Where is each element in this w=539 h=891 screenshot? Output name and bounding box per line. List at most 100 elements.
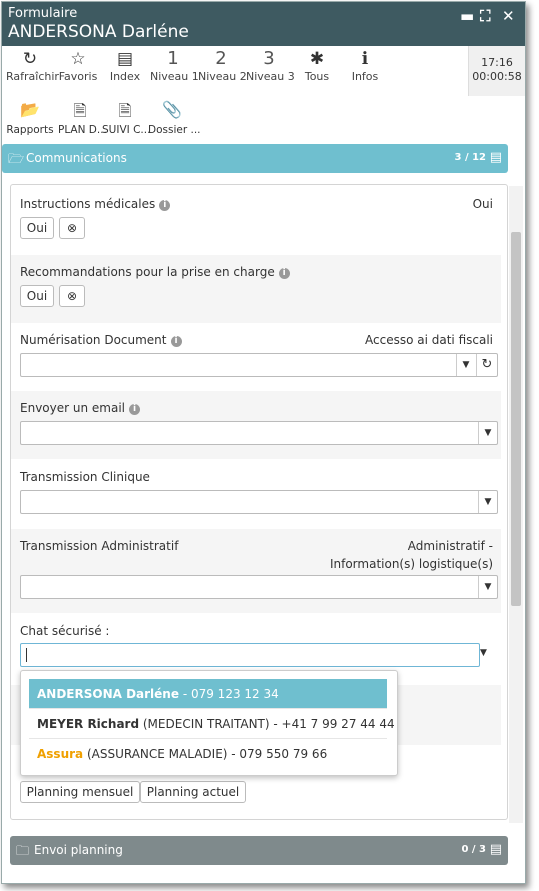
chevron-down-icon[interactable]: ▼ (480, 648, 487, 658)
dropdown-option[interactable]: Assura (ASSURANCE MALADIE) - 079 550 79 … (29, 739, 387, 769)
clinique-select[interactable]: ▼ (20, 490, 498, 514)
favorites-button[interactable]: ☆ Favoris (58, 46, 98, 83)
folder-icon: 🗀 (16, 844, 30, 859)
suivi-label: SUIVI C... (102, 124, 151, 136)
clinique-label: Transmission Clinique (20, 470, 150, 484)
index-button[interactable]: ▤ Index (108, 46, 142, 83)
section-count: 0 / 3 (461, 844, 486, 855)
instructions-row: Instructions médicales i Oui Oui ⊗ (11, 185, 501, 255)
maximize-icon[interactable]: ⛶ (480, 7, 491, 25)
info-icon: ℹ (361, 49, 369, 69)
dossier-button[interactable]: 📎 Dossier ... (148, 100, 201, 136)
chevron-down-icon[interactable]: ▼ (478, 422, 497, 444)
favorites-label: Favoris (58, 70, 98, 83)
section-title: Envoi planning (34, 843, 123, 857)
refresh-label: Rafraîchir (6, 70, 59, 83)
level-3-button[interactable]: 3 Niveau 3 (246, 46, 295, 83)
plan-button[interactable]: 🗎 PLAN D... (58, 100, 107, 136)
chevron-down-icon[interactable]: ▼ (456, 354, 475, 376)
main-toolbar: ↻ Rafraîchir ☆ Favoris ▤ Index 1 Niveau … (2, 46, 525, 96)
administratif-row: Transmission Administratif Administratif… (11, 529, 501, 613)
chat-label: Chat sécurisé : (20, 624, 110, 638)
suivi-button[interactable]: 🗎 SUIVI C... (102, 100, 151, 136)
numerisation-select[interactable]: ▼ ↻ (20, 353, 498, 377)
administratif-select[interactable]: ▼ (20, 575, 498, 599)
clinique-row: Transmission Clinique ▼ (11, 459, 501, 529)
level-2-number: 2 (215, 48, 227, 69)
dossier-label: Dossier ... (148, 124, 201, 136)
clock-elapsed: 00:00:58 (472, 70, 522, 83)
info-icon: i (159, 200, 171, 211)
document-icon: 🗎 (73, 101, 87, 120)
administratif-label: Transmission Administratif (20, 539, 179, 553)
dropdown-option[interactable]: ANDERSONA Darléne - 079 123 12 34 (29, 679, 387, 709)
email-label: Envoyer un email i (20, 401, 140, 415)
chevron-down-icon[interactable]: ▼ (478, 491, 497, 513)
minimize-icon[interactable]: ▬ (460, 7, 474, 25)
clock-panel: 17:16 00:00:58 (468, 46, 525, 96)
reports-label: Rapports (6, 124, 54, 136)
list-icon[interactable]: ▤ (490, 842, 502, 857)
email-row: Envoyer un email i ▼ (11, 391, 501, 459)
instructions-value: Oui (472, 197, 493, 211)
text-caret (26, 648, 27, 662)
all-button[interactable]: ✱ Tous (302, 46, 332, 83)
dropdown-option[interactable]: MEYER Richard (MEDECIN TRAITANT) - +41 7… (29, 709, 395, 739)
chat-input[interactable] (20, 643, 480, 667)
title-bar: Formulaire ANDERSONA Darléne ▬ ⛶ ✕ (2, 2, 525, 46)
scrollbar-thumb[interactable] (511, 232, 521, 606)
numerisation-value: Accesso ai dati fiscali (365, 333, 493, 347)
paperclip-icon: 📎 (162, 100, 182, 119)
folder-icon: 🗁 (8, 152, 25, 167)
asterisk-icon: ✱ (309, 49, 325, 69)
email-select[interactable]: ▼ (20, 421, 498, 445)
clear-icon[interactable]: ⊗ (59, 217, 85, 239)
administratif-value-2: Information(s) logistique(s) (329, 557, 493, 571)
reports-button[interactable]: 📂 Rapports (6, 100, 54, 136)
section-count: 3 / 12 (454, 152, 487, 163)
clock-time: 17:16 (481, 56, 513, 69)
level-1-number: 1 (167, 48, 179, 69)
section-title: Communications (26, 151, 127, 165)
instructions-label: Instructions médicales i (20, 197, 171, 211)
section-communications[interactable]: 🗁 Communications 3 / 12 ▤ (2, 144, 508, 173)
administratif-value-1: Administratif - (407, 539, 493, 553)
level-1-label: Niveau 1 (150, 70, 199, 83)
level-2-label: Niveau 2 (198, 70, 247, 83)
numerisation-label: Numérisation Document i (20, 333, 182, 347)
info-icon: i (170, 336, 182, 347)
planning-mensuel-button[interactable]: Planning mensuel (20, 781, 140, 803)
plan-label: PLAN D... (58, 124, 107, 136)
refresh-icon: ↻ (22, 49, 38, 69)
document-chart-icon: 🗎 (118, 101, 132, 120)
chevron-down-icon[interactable]: ▼ (478, 576, 497, 598)
chat-dropdown: ANDERSONA Darléne - 079 123 12 34 MEYER … (20, 670, 398, 776)
section-envoi-planning[interactable]: 🗀 Envoi planning 0 / 3 ▤ (10, 836, 508, 865)
planning-actuel-button[interactable]: Planning actuel (140, 781, 246, 803)
star-icon: ☆ (70, 49, 86, 69)
level-1-button[interactable]: 1 Niveau 1 (150, 46, 199, 83)
refresh-button[interactable]: ↻ Rafraîchir (6, 46, 59, 83)
info-icon: i (128, 404, 140, 415)
clear-icon[interactable]: ⊗ (59, 285, 85, 307)
refresh-icon[interactable]: ↻ (476, 354, 497, 376)
info-icon: i (278, 268, 290, 279)
level-2-button[interactable]: 2 Niveau 2 (198, 46, 247, 83)
level-3-label: Niveau 3 (246, 70, 295, 83)
recommandations-label: Recommandations pour la prise en charge i (20, 265, 290, 279)
index-label: Index (109, 70, 141, 83)
level-3-number: 3 (263, 48, 275, 69)
all-label: Tous (304, 70, 330, 83)
list-icon[interactable]: ▤ (490, 150, 502, 165)
window-title: ANDERSONA Darléne (8, 22, 189, 42)
infos-button[interactable]: ℹ Infos (350, 46, 380, 83)
window-subtitle: Formulaire (8, 6, 78, 21)
oui-button[interactable]: Oui (20, 285, 54, 307)
scrollbar[interactable] (509, 186, 523, 823)
folder-open-icon: 📂 (20, 100, 40, 119)
close-icon[interactable]: ✕ (502, 7, 515, 25)
recommandations-row: Recommandations pour la prise en charge i… (11, 255, 501, 323)
list-icon: ▤ (116, 49, 134, 69)
oui-button[interactable]: Oui (20, 217, 54, 239)
secondary-toolbar: 📂 Rapports 🗎 PLAN D... 🗎 SUIVI C... 📎 Do… (2, 96, 525, 142)
